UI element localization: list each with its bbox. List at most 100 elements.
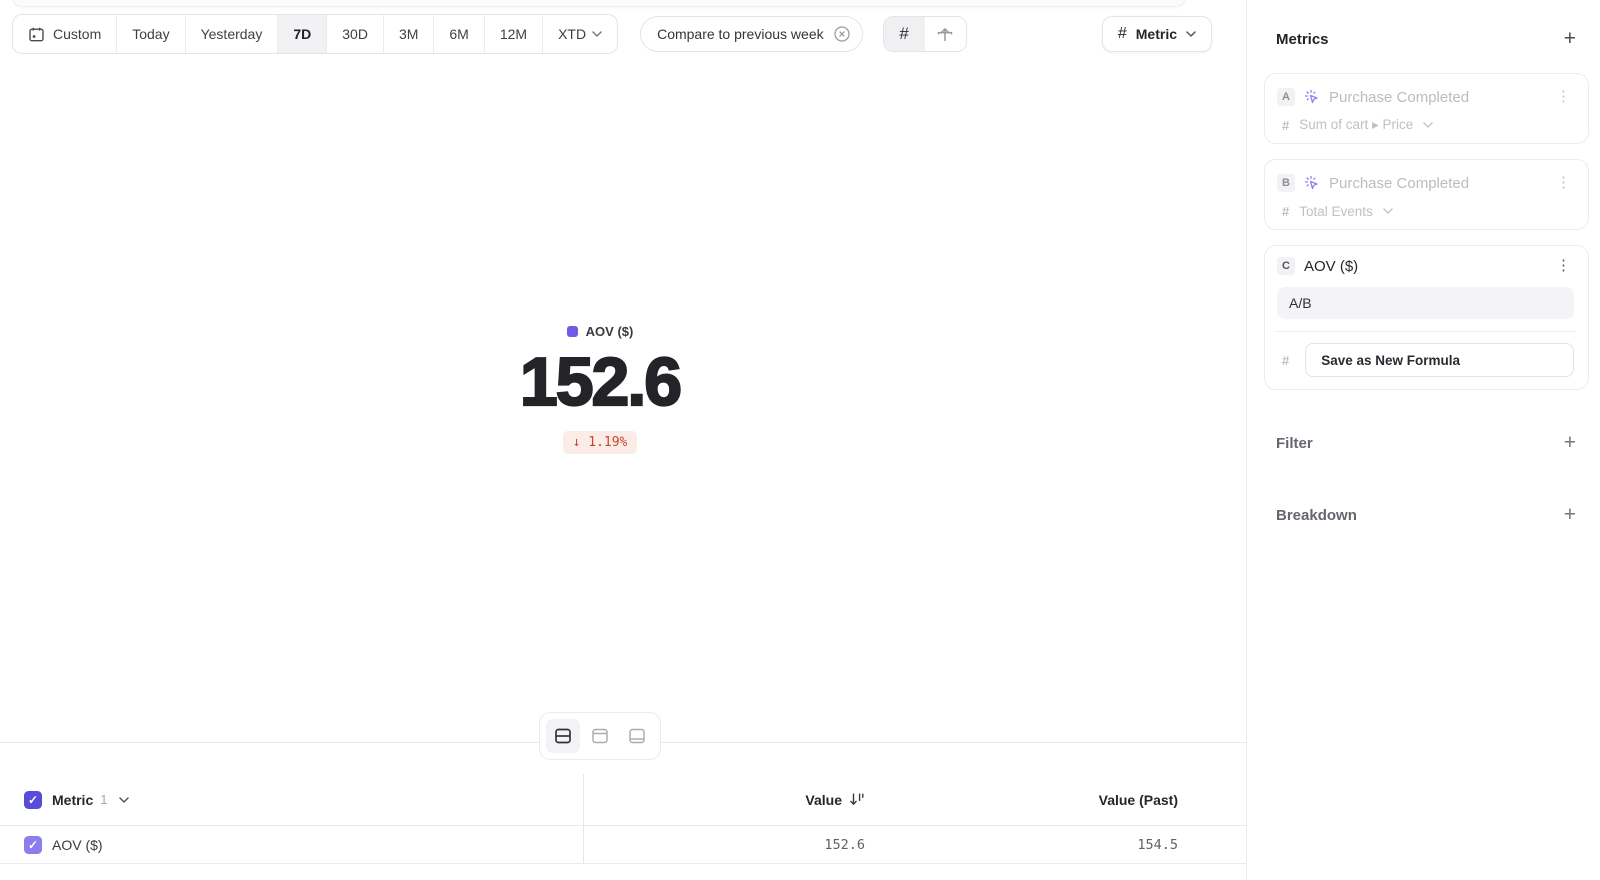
date-range-12m[interactable]: 12M — [485, 15, 543, 53]
chevron-down-icon — [1186, 31, 1196, 37]
kebab-menu-icon[interactable]: ⋮ — [1553, 176, 1574, 190]
aggregation-label: Sum of cart ▸ Price — [1299, 117, 1413, 133]
panel-layout-toggle — [539, 712, 661, 760]
row-metric-name: AOV ($) — [52, 837, 103, 853]
add-metric-button[interactable]: + — [1564, 29, 1576, 49]
date-range-label: 12M — [500, 26, 527, 42]
table-row: ✓ AOV ($) 152.6 154.5 — [0, 826, 1246, 864]
date-range-7d[interactable]: 7D — [278, 15, 327, 53]
date-range-label: 7D — [293, 26, 311, 42]
date-range-label: XTD — [558, 26, 586, 42]
layout-split-icon — [553, 726, 573, 746]
metrics-section-title: Metrics — [1276, 31, 1329, 48]
legend-label: AOV ($) — [586, 324, 634, 339]
metric-badge: B — [1277, 174, 1295, 192]
row-metric-cell: ✓ AOV ($) — [0, 836, 583, 854]
date-range-yesterday[interactable]: Yesterday — [186, 15, 279, 53]
layout-bottom-pane-icon — [627, 726, 647, 746]
chart-card-remnant — [12, 0, 1186, 7]
date-range-label: Today — [132, 26, 169, 42]
date-range-label: Yesterday — [201, 26, 263, 42]
date-range-xtd[interactable]: XTD — [543, 15, 617, 53]
remove-compare-icon[interactable] — [833, 25, 851, 43]
date-range-label: 30D — [342, 26, 368, 42]
metric-event-name: Purchase Completed — [1329, 89, 1544, 106]
date-range-label: 6M — [449, 26, 468, 42]
add-filter-button[interactable]: + — [1564, 433, 1576, 453]
metric-card-header: B Purchase Completed ⋮ — [1277, 173, 1574, 193]
kebab-menu-icon[interactable]: ⋮ — [1553, 259, 1574, 273]
kpi-summary: AOV ($) 152.6 ↓ 1.19% — [0, 322, 1200, 454]
chevron-down-icon — [1423, 122, 1433, 128]
layout-top-pane-icon — [590, 726, 610, 746]
date-range-segmented-control: Custom Today Yesterday 7D 30D 3M 6M 12M … — [12, 14, 618, 54]
metric-card-header: A Purchase Completed ⋮ — [1277, 87, 1574, 107]
metric-card-a[interactable]: A Purchase Completed ⋮ # Sum of cart ▸ P… — [1264, 73, 1589, 144]
aggregation-label: Total Events — [1299, 204, 1373, 219]
date-range-3m[interactable]: 3M — [384, 15, 434, 53]
metric-cards: A Purchase Completed ⋮ # Sum of cart ▸ P… — [1264, 73, 1589, 390]
table-header-value-cell: Value — [583, 774, 883, 825]
date-range-label: Custom — [53, 26, 101, 42]
legend-color-swatch — [567, 326, 578, 337]
date-range-30d[interactable]: 30D — [327, 15, 384, 53]
kpi-value: 152.6 — [520, 350, 680, 414]
chevron-down-icon — [1383, 208, 1393, 214]
metric-card-b[interactable]: B Purchase Completed ⋮ # Total Events — [1264, 159, 1589, 230]
hash-icon: # — [1282, 353, 1289, 368]
compare-pill-label: Compare to previous week — [657, 26, 824, 42]
chevron-down-icon[interactable] — [119, 797, 129, 803]
metric-dropdown-label: Metric — [1136, 26, 1177, 42]
date-range-6m[interactable]: 6M — [434, 15, 484, 53]
row-value-cell: 152.6 — [583, 826, 883, 863]
value-display-toggle: # — [883, 16, 967, 52]
row-value-past-cell: 154.5 — [883, 826, 1246, 863]
metric-badge: A — [1277, 88, 1295, 106]
date-range-label: 3M — [399, 26, 418, 42]
layout-table-button[interactable] — [620, 719, 654, 753]
date-range-custom[interactable]: Custom — [13, 15, 117, 53]
metric-card-header: C AOV ($) ⋮ — [1277, 256, 1574, 276]
results-table: ✓ Metric 1 Value — [0, 774, 1246, 864]
row-value: 152.6 — [824, 837, 865, 853]
filter-section-title: Filter — [1276, 435, 1313, 452]
formula-input[interactable]: A/B — [1277, 287, 1574, 319]
kpi-change-badge: ↓ 1.19% — [563, 431, 638, 454]
filter-section-header: Filter + — [1276, 428, 1576, 458]
metrics-section-header: Metrics + — [1276, 28, 1576, 50]
hash-icon: # — [1118, 25, 1127, 43]
formula-footer: # Save as New Formula — [1277, 343, 1574, 377]
save-as-new-formula-button[interactable]: Save as New Formula — [1305, 343, 1574, 377]
card-divider — [1275, 331, 1576, 332]
row-checkbox[interactable]: ✓ — [24, 836, 42, 854]
breakdown-section-header: Breakdown + — [1276, 500, 1576, 530]
formula-metric-name: AOV ($) — [1304, 258, 1544, 275]
kpi-legend: AOV ($) — [567, 322, 634, 340]
table-header-metric-cell: ✓ Metric 1 — [0, 791, 583, 809]
compare-pill[interactable]: Compare to previous week — [640, 16, 863, 52]
metric-badge: C — [1277, 257, 1295, 275]
main-panel: Custom Today Yesterday 7D 30D 3M 6M 12M … — [0, 0, 1246, 880]
hash-icon: # — [1282, 204, 1289, 219]
row-value-past: 154.5 — [1137, 837, 1178, 853]
cumulative-view-toggle[interactable] — [925, 17, 966, 51]
event-sparkle-icon — [1304, 175, 1320, 191]
layout-split-button[interactable] — [546, 719, 580, 753]
date-range-today[interactable]: Today — [117, 15, 185, 53]
metric-aggregation-row[interactable]: # Total Events — [1277, 202, 1574, 220]
sort-descending-icon[interactable] — [849, 792, 865, 807]
calendar-icon — [28, 26, 45, 43]
number-view-toggle[interactable]: # — [884, 17, 925, 51]
metric-count: 1 — [100, 792, 107, 807]
metric-card-c-formula[interactable]: C AOV ($) ⋮ A/B # Save as New Formula — [1264, 245, 1589, 390]
layout-chart-button[interactable] — [583, 719, 617, 753]
select-all-checkbox[interactable]: ✓ — [24, 791, 42, 809]
value-past-column-label: Value (Past) — [1099, 792, 1178, 808]
add-breakdown-button[interactable]: + — [1564, 505, 1576, 525]
breakdown-section-title: Breakdown — [1276, 507, 1357, 524]
metric-dropdown-button[interactable]: # Metric — [1102, 16, 1212, 52]
metric-event-name: Purchase Completed — [1329, 175, 1544, 192]
kebab-menu-icon[interactable]: ⋮ — [1553, 90, 1574, 104]
metric-aggregation-row[interactable]: # Sum of cart ▸ Price — [1277, 116, 1574, 134]
metric-column-label: Metric — [52, 792, 93, 808]
